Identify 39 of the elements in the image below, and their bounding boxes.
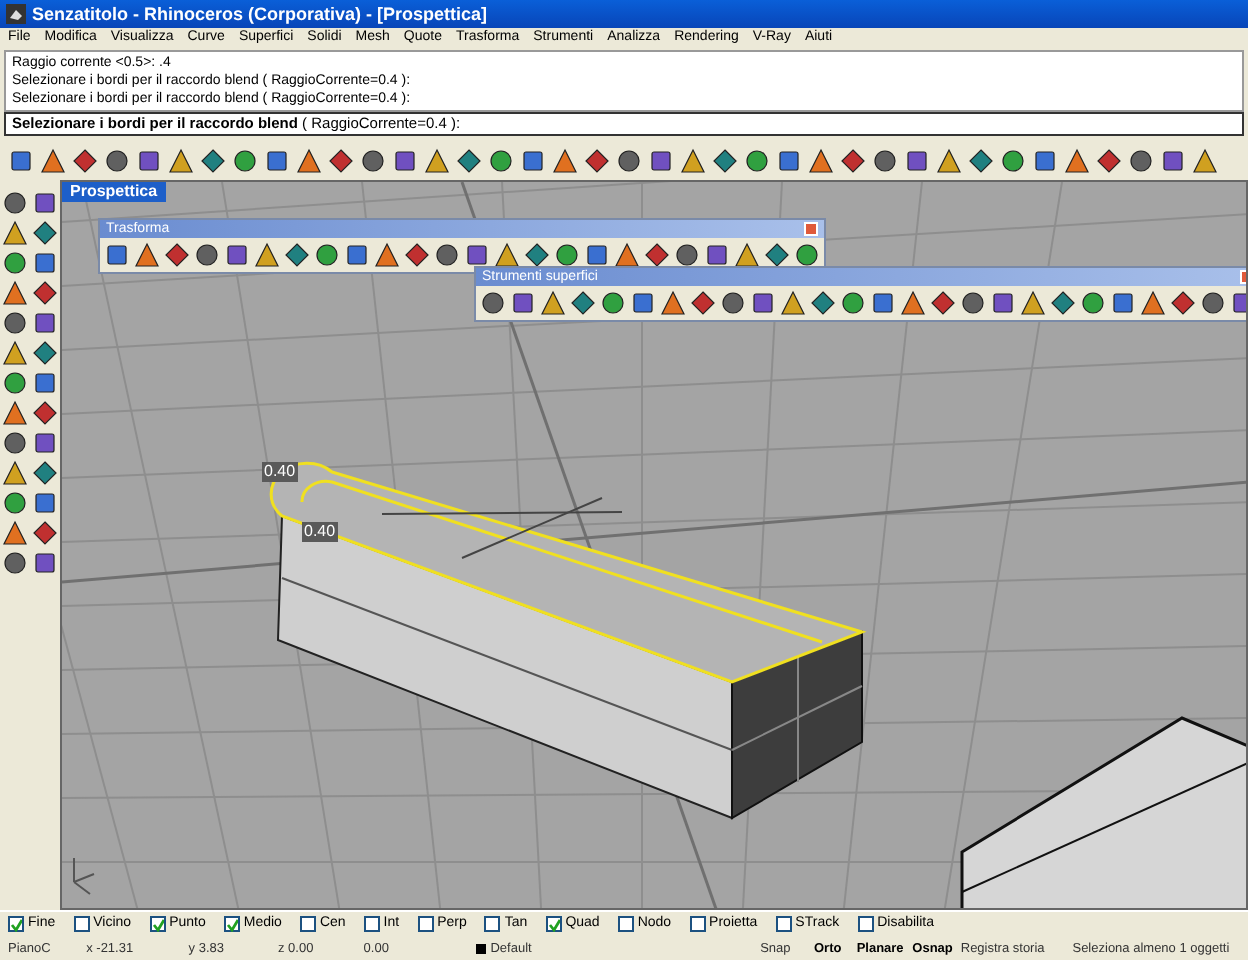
window-title: Senzatitolo - Rhinoceros (Corporativa) - [Prospettica] <box>32 3 488 25</box>
circle-icon <box>1127 147 1153 173</box>
triangle-icon <box>423 147 449 173</box>
diamond-icon <box>327 147 353 173</box>
circle-icon <box>999 147 1025 173</box>
triangle-icon <box>551 147 577 173</box>
diamond-icon <box>711 147 737 173</box>
triangle-icon <box>295 147 321 173</box>
triangle-icon <box>679 147 705 173</box>
check-icon <box>547 917 560 932</box>
rhino-logo-icon <box>6 4 26 24</box>
diamond-icon <box>71 147 97 173</box>
circle-icon <box>359 147 385 173</box>
diamond-icon <box>967 147 993 173</box>
triangle-icon <box>1191 147 1217 173</box>
circle-icon <box>103 147 129 173</box>
triangle-icon <box>1063 147 1089 173</box>
triangle-icon <box>807 147 833 173</box>
check-icon <box>10 917 22 932</box>
diamond-icon <box>1095 147 1121 173</box>
diamond-icon <box>583 147 609 173</box>
layer-swatch-icon <box>475 944 487 954</box>
circle-icon <box>615 147 641 173</box>
triangle-icon <box>935 147 961 173</box>
circle-icon <box>743 147 769 173</box>
circle-icon <box>231 147 257 173</box>
check-icon <box>225 917 238 932</box>
diamond-icon <box>199 147 225 173</box>
axis-icon <box>73 857 95 895</box>
triangle-icon <box>39 147 65 173</box>
dimension-label: 0.40 <box>302 522 338 542</box>
triangle-icon <box>167 147 193 173</box>
diamond-icon <box>839 147 865 173</box>
diamond-icon <box>455 147 481 173</box>
circle-icon <box>871 147 897 173</box>
dimension-label: 0.40 <box>262 462 298 482</box>
check-icon <box>151 917 164 932</box>
circle-icon <box>487 147 513 173</box>
viewport-tab[interactable]: Prospettica <box>62 182 166 202</box>
